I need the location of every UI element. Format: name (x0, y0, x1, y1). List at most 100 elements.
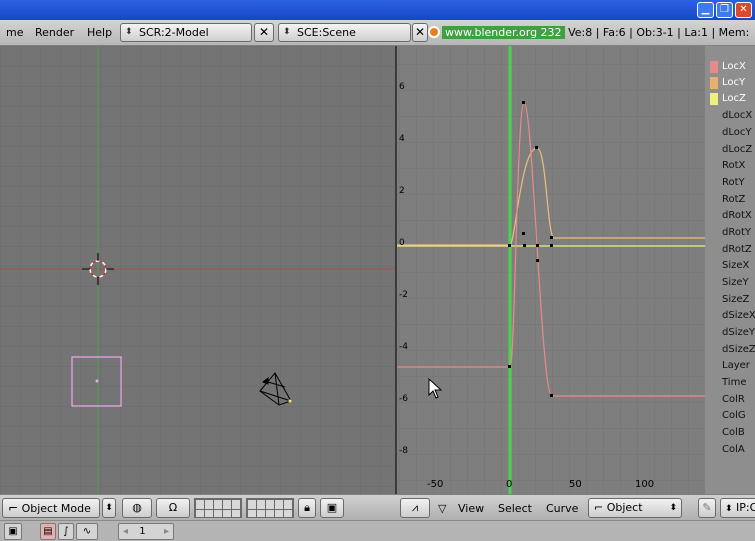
menu-curve[interactable]: Curve (546, 502, 578, 515)
color-swatch (710, 61, 718, 73)
channel-roty[interactable]: RotY (722, 176, 745, 190)
mode-label: Object Mode (21, 502, 91, 515)
pin-icon: ✎ (702, 501, 712, 514)
color-swatch (710, 77, 718, 89)
pivot-button[interactable]: Ω (156, 498, 190, 518)
channel-sizez[interactable]: SizeZ (722, 293, 749, 307)
channel-locz[interactable]: LocZ (705, 92, 746, 106)
channel-dlocz[interactable]: dLocZ (722, 143, 752, 157)
channel-dsizez[interactable]: dSizeZ (722, 343, 755, 357)
editor-type-selector[interactable]: ⩘ (400, 498, 430, 518)
grid-floor (0, 46, 395, 494)
x-tick-label: 100 (635, 479, 655, 490)
channel-cola[interactable]: ColA (722, 443, 745, 457)
channel-time[interactable]: Time (722, 376, 746, 390)
channel-sizey[interactable]: SizeY (722, 276, 749, 290)
close-window-button[interactable]: ✕ (735, 2, 752, 18)
object-mode-icon: ⌐ (8, 501, 19, 515)
minimize-button[interactable]: ▁ (697, 2, 714, 18)
x-tick-label: 0 (506, 479, 513, 490)
channel-drotx[interactable]: dRotX (722, 209, 752, 223)
menu-help[interactable]: Help (87, 26, 112, 39)
menu-select[interactable]: Select (498, 502, 532, 515)
y-tick-label: 4 (399, 134, 405, 144)
channel-sizex[interactable]: SizeX (722, 259, 749, 273)
layer-buttons-group-2[interactable] (246, 498, 294, 518)
ipo-type-label: Object (606, 501, 643, 514)
delete-screen-button[interactable]: ✕ (254, 23, 274, 42)
object-icon: ⌐ (594, 501, 604, 514)
maximize-button[interactable]: ❐ (716, 2, 733, 18)
layer-buttons-group-1[interactable] (194, 498, 242, 518)
scene-stats: www.blender.org 232 Ve:8 | Fa:6 | Ob:3-1… (428, 23, 755, 42)
menu-file[interactable]: me (6, 26, 23, 39)
menu-view[interactable]: View (458, 502, 484, 515)
render-buttons-tab[interactable]: ▤ (40, 523, 56, 540)
render-preview-button[interactable]: ▣ (320, 498, 344, 518)
channel-dlocy[interactable]: dLocY (722, 126, 751, 140)
channel-layer[interactable]: Layer (722, 359, 750, 373)
pin-button[interactable]: ✎ (698, 498, 716, 518)
menu-render[interactable]: Render (35, 26, 74, 39)
channel-locx[interactable]: LocX (705, 60, 746, 74)
ipo-block-selector[interactable]: ⬍ IP:O (720, 498, 755, 518)
screen-selector[interactable]: ⬍ SCR:2-Model (120, 23, 252, 42)
channel-dsizex[interactable]: dSizeX (722, 309, 755, 323)
blender-logo-icon (428, 26, 440, 38)
frame-number-field[interactable]: ◂ 1 ▸ (118, 523, 174, 540)
scene-name: SCE:Scene (297, 26, 356, 39)
ipo-block-label: IP:O (736, 501, 755, 514)
draw-type-button[interactable]: ◍ (122, 498, 152, 518)
ipo-type-selector[interactable]: ⌐ Object ⬍ (588, 498, 682, 518)
updown-arrows-icon: ⬍ (125, 27, 133, 37)
area-headers: ⌐ Object Mode ⬍ ◍ Ω 🔒︎ ▣ ⩘ ▽ View Select… (0, 494, 755, 520)
channel-rotx[interactable]: RotX (722, 159, 745, 173)
buttons-window-header: ▣ ▤ ∫ ∿ ◂ 1 ▸ (0, 520, 755, 541)
mode-updown-arrows-icon[interactable]: ⬍ (102, 498, 116, 518)
channel-dsizey[interactable]: dSizeY (722, 326, 755, 340)
collapse-menus-icon[interactable]: ▽ (438, 502, 446, 515)
y-tick-label: 6 (399, 82, 405, 92)
ipo-grid (397, 46, 705, 494)
sphere-icon: ◍ (132, 501, 142, 514)
decrement-arrow-icon[interactable]: ◂ (123, 526, 128, 537)
channel-dlocx[interactable]: dLocX (722, 109, 752, 123)
channel-colg[interactable]: ColG (722, 409, 746, 423)
y-tick-label: 2 (399, 186, 405, 196)
curve-icon: ∿ (82, 526, 92, 537)
delete-scene-button[interactable]: ✕ (412, 23, 428, 42)
y-tick-label: -2 (399, 290, 408, 300)
y-tick-label: 0 (399, 238, 405, 248)
scripts-buttons-tab[interactable]: ∿ (76, 523, 98, 540)
channel-rotz[interactable]: RotZ (722, 193, 745, 207)
editor-type-button[interactable]: ▣ (4, 523, 22, 540)
viewport-canvas (0, 46, 395, 494)
screen-name: SCR:2-Model (139, 26, 209, 39)
y-tick-label: -4 (399, 342, 408, 352)
shading-icon: ∫ (63, 526, 69, 537)
ipo-channel-list: LocX LocY LocZ dLocX dLocY dLocZ RotX Ro… (705, 46, 755, 494)
frame-value: 1 (139, 526, 146, 537)
y-tick-label: -8 (399, 446, 408, 456)
channel-colb[interactable]: ColB (722, 426, 745, 440)
color-swatch (710, 93, 718, 105)
updown-arrows-icon: ⬍ (669, 503, 677, 513)
image-icon: ▣ (326, 501, 338, 514)
increment-arrow-icon[interactable]: ▸ (164, 524, 169, 539)
channel-colr[interactable]: ColR (722, 393, 745, 407)
channel-droty[interactable]: dRotY (722, 226, 751, 240)
ipo-curve-editor[interactable]: 6 4 2 0 -2 -4 -6 -8 -50 0 50 100 (397, 46, 705, 494)
render-icon: ▤ (43, 526, 53, 537)
shading-buttons-tab[interactable]: ∫ (58, 523, 74, 540)
channel-drotz[interactable]: dRotZ (722, 243, 752, 257)
lock-layers-button[interactable]: 🔒︎ (298, 498, 316, 518)
mode-selector[interactable]: ⌐ Object Mode (2, 498, 100, 518)
3d-viewport[interactable] (0, 46, 395, 494)
y-tick-label: -6 (399, 394, 408, 404)
image-icon: ▣ (8, 526, 18, 537)
channel-locy[interactable]: LocY (705, 76, 745, 90)
scene-selector[interactable]: ⬍ SCE:Scene (278, 23, 411, 42)
ipo-canvas (397, 46, 705, 494)
website-label[interactable]: www.blender.org 232 (442, 26, 565, 39)
info-header: me Render Help ⬍ SCR:2-Model ✕ ⬍ SCE:Sce… (0, 20, 755, 46)
